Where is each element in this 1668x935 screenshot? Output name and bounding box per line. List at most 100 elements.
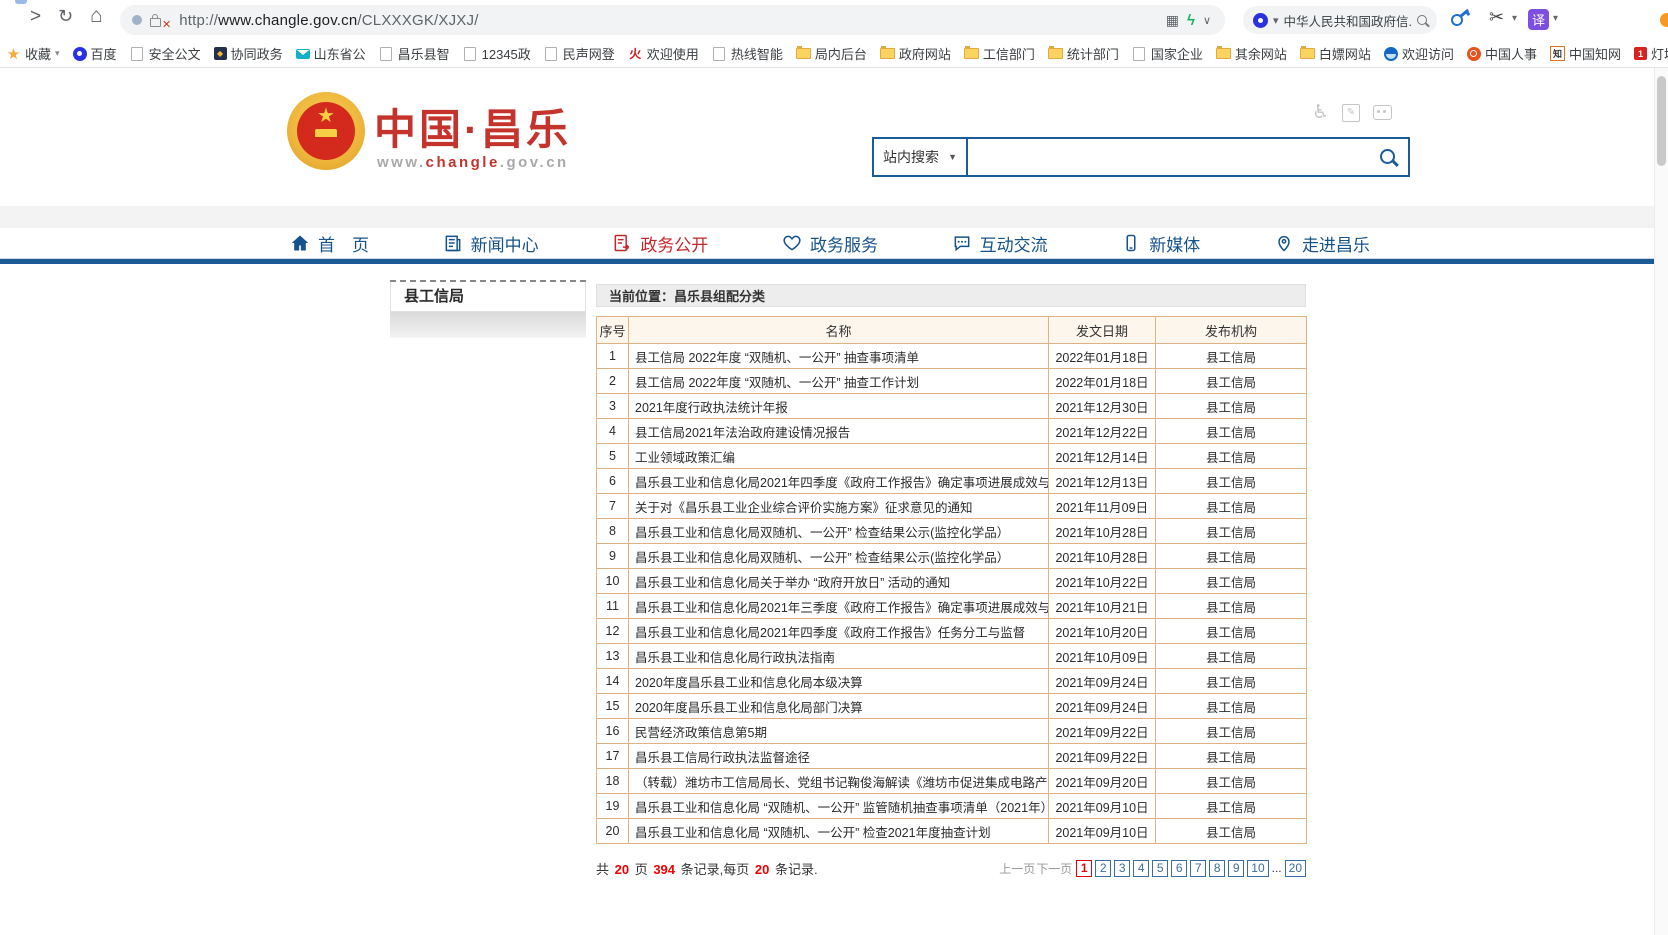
document-link[interactable]: 昌乐县工业和信息化局 “双随机、一公开” 监管随机抽查事项清单（2021年） <box>635 801 1049 815</box>
zhi-icon <box>1550 46 1565 61</box>
document-link[interactable]: 县工信局 2022年度 “双随机、一公开” 抽查事项清单 <box>635 351 919 365</box>
page-number-4[interactable]: 4 <box>1133 860 1149 877</box>
page-number-8[interactable]: 8 <box>1209 860 1225 877</box>
document-link[interactable]: 2021年度行政执法统计年报 <box>635 401 788 415</box>
document-link[interactable]: 2020年度昌乐县工业和信息化局本级决算 <box>635 676 863 690</box>
scrollbar-thumb[interactable] <box>1657 76 1666 166</box>
document-link[interactable]: 关于对《昌乐县工业企业综合评价实施方案》征求意见的通知 <box>635 501 973 515</box>
scrollbar-track[interactable] <box>1654 68 1668 935</box>
bookmark-item[interactable]: 民声网登 <box>544 44 615 63</box>
reader-mode-icon[interactable] <box>132 15 142 25</box>
row-title: 县工信局2021年法治政府建设情况报告 <box>629 419 1049 444</box>
bookmark-item[interactable]: 欢迎使用 <box>628 44 699 63</box>
document-link[interactable]: 昌乐县工业和信息化局2021年四季度《政府工作报告》任务分工与监督 <box>635 626 1025 640</box>
scissors-caret-icon[interactable]: ▾ <box>1512 13 1517 24</box>
translate-caret-icon[interactable]: ▾ <box>1553 13 1558 24</box>
robot-icon[interactable] <box>1373 105 1392 120</box>
site-search-icon[interactable] <box>1380 149 1395 164</box>
document-link[interactable]: 县工信局2021年法治政府建设情况报告 <box>635 426 850 440</box>
forward-icon[interactable]: > <box>30 6 41 28</box>
page-number-5[interactable]: 5 <box>1152 860 1168 877</box>
document-link[interactable]: 2020年度昌乐县工业和信息化局部门决算 <box>635 701 863 715</box>
search-category-select[interactable]: 站内搜索 ▼ <box>872 137 968 177</box>
page-number-6[interactable]: 6 <box>1171 860 1187 877</box>
bookmark-item[interactable]: 灯塔-党 <box>1634 44 1668 63</box>
page-number-3[interactable]: 3 <box>1114 860 1130 877</box>
bookmark-item[interactable]: 协同政务 <box>214 44 283 63</box>
row-date: 2022年01月18日 <box>1049 369 1156 394</box>
bookmark-item[interactable]: 收藏▾ <box>6 44 60 63</box>
page-number-2[interactable]: 2 <box>1095 860 1111 877</box>
bookmark-item[interactable]: 局内后台 <box>796 44 867 63</box>
document-link[interactable]: 民营经济政策信息第5期 <box>635 726 767 740</box>
sidebar-item-gongxinju[interactable]: 县工信局 <box>390 282 586 312</box>
nav-item-interaction[interactable]: 互动交流 <box>952 231 1048 256</box>
document-link[interactable]: 昌乐县工业和信息化局2021年三季度《政府工作报告》确定事项进展成效与举措 <box>635 601 1049 615</box>
home-icon[interactable]: ⌂ <box>90 4 103 28</box>
bookmark-item[interactable]: 国家企业 <box>1132 44 1203 63</box>
bookmark-item[interactable]: 安全公文 <box>130 44 201 63</box>
nav-item-new-media[interactable]: 新媒体 <box>1121 231 1200 256</box>
bookmark-item[interactable]: 中国人事 <box>1467 44 1537 63</box>
quick-search-chip[interactable]: ▾ 中华人民共和国政府信. <box>1243 6 1437 34</box>
bookmark-item[interactable]: 昌乐县智 <box>379 44 450 63</box>
form-edit-icon[interactable]: ✎ <box>1342 104 1360 122</box>
bookmark-item[interactable]: 政府网站 <box>880 44 951 63</box>
bookmark-label: 昌乐县智 <box>398 44 450 63</box>
bookmark-item[interactable]: 百度 <box>73 44 117 63</box>
password-key-icon[interactable] <box>1449 12 1466 29</box>
document-link[interactable]: 县工信局 2022年度 “双随机、一公开” 抽查工作计划 <box>635 376 919 390</box>
document-link[interactable]: 昌乐县工信局行政执法监督途径 <box>635 751 810 765</box>
site-search-input[interactable] <box>968 137 1410 177</box>
page-number-9[interactable]: 9 <box>1228 860 1244 877</box>
document-link[interactable]: 昌乐县工业和信息化局双随机、一公开” 检查结果公示(监控化学品） <box>635 526 1009 540</box>
document-link[interactable]: （转载）潍坊市工信局局长、党组书记鞠俊海解读《潍坊市促进集成电路产业高... <box>635 776 1049 790</box>
bookmark-item[interactable]: 山东省公 <box>296 44 366 63</box>
translate-icon[interactable]: 译 <box>1528 9 1549 30</box>
bookmark-item[interactable]: 热线智能 <box>712 44 783 63</box>
nav-item-home[interactable]: 首 页 <box>290 231 369 256</box>
document-link[interactable]: 昌乐县工业和信息化局双随机、一公开” 检查结果公示(监控化学品） <box>635 551 1009 565</box>
table-row: 32021年度行政执法统计年报2021年12月30日县工信局 <box>597 394 1307 419</box>
next-page-button[interactable]: 下一页 <box>1036 860 1072 877</box>
chevron-down-icon[interactable]: ∨ <box>1203 14 1211 27</box>
bookmark-item[interactable]: 中国知网 <box>1550 44 1621 63</box>
nav-item-gov-open[interactable]: 政务公开 <box>612 231 708 256</box>
bookmark-item[interactable]: 其余网站 <box>1216 44 1287 63</box>
document-link[interactable]: 昌乐县工业和信息化局2021年四季度《政府工作报告》确定事项进展成效与举措 <box>635 476 1049 490</box>
table-row: 12昌乐县工业和信息化局2021年四季度《政府工作报告》任务分工与监督2021年… <box>597 619 1307 644</box>
refresh-icon[interactable]: ↻ <box>58 6 73 27</box>
page-number-last[interactable]: 20 <box>1285 860 1306 877</box>
page-number-7[interactable]: 7 <box>1190 860 1206 877</box>
bookmark-item[interactable]: 工信部门 <box>964 44 1035 63</box>
row-number: 6 <box>597 469 629 494</box>
row-number: 9 <box>597 544 629 569</box>
document-link[interactable]: 工业领域政策汇编 <box>635 451 735 465</box>
insecure-lock-icon[interactable] <box>150 18 161 27</box>
row-date: 2022年01月18日 <box>1049 344 1156 369</box>
page-number-10[interactable]: 10 <box>1247 860 1268 877</box>
map-pin-icon <box>1274 233 1294 253</box>
scissors-icon[interactable]: ✂ <box>1489 7 1504 28</box>
bookmark-item[interactable]: 12345政 <box>463 44 531 63</box>
nav-item-news[interactable]: 新闻中心 <box>443 231 539 256</box>
wheelchair-icon[interactable]: ♿ <box>1312 101 1329 124</box>
bookmark-item[interactable]: 欢迎访问 <box>1384 44 1454 63</box>
nav-item-about[interactable]: 走进昌乐 <box>1274 231 1370 256</box>
bookmark-item[interactable]: 统计部门 <box>1048 44 1119 63</box>
page-number-1[interactable]: 1 <box>1076 860 1092 877</box>
table-row: 4县工信局2021年法治政府建设情况报告2021年12月22日县工信局 <box>597 419 1307 444</box>
qr-code-icon[interactable]: ▦ <box>1166 12 1179 29</box>
emblem-star-icon: ★ <box>317 105 335 127</box>
url-bar[interactable]: ✕ http://www.changle.gov.cn/CLXXXGK/XJXJ… <box>120 5 1225 35</box>
nav-item-gov-service[interactable]: 政务服务 <box>782 231 878 256</box>
lightning-icon[interactable]: ϟ <box>1187 12 1195 29</box>
table-row: 20昌乐县工业和信息化局 “双随机、一公开” 检查2021年度抽查计划2021年… <box>597 819 1307 844</box>
document-link[interactable]: 昌乐县工业和信息化局关于举办 “政府开放日” 活动的通知 <box>635 576 950 590</box>
bookmark-item[interactable]: 白嫖网站 <box>1300 44 1371 63</box>
document-link[interactable]: 昌乐县工业和信息化局 “双随机、一公开” 检查2021年度抽查计划 <box>635 826 991 840</box>
profile-avatar-fragment[interactable] <box>1660 13 1668 27</box>
document-link[interactable]: 昌乐县工业和信息化局行政执法指南 <box>635 651 835 665</box>
prev-page-button[interactable]: 上一页 <box>999 860 1035 877</box>
row-title: 昌乐县工业和信息化局2021年四季度《政府工作报告》任务分工与监督 <box>629 619 1049 644</box>
